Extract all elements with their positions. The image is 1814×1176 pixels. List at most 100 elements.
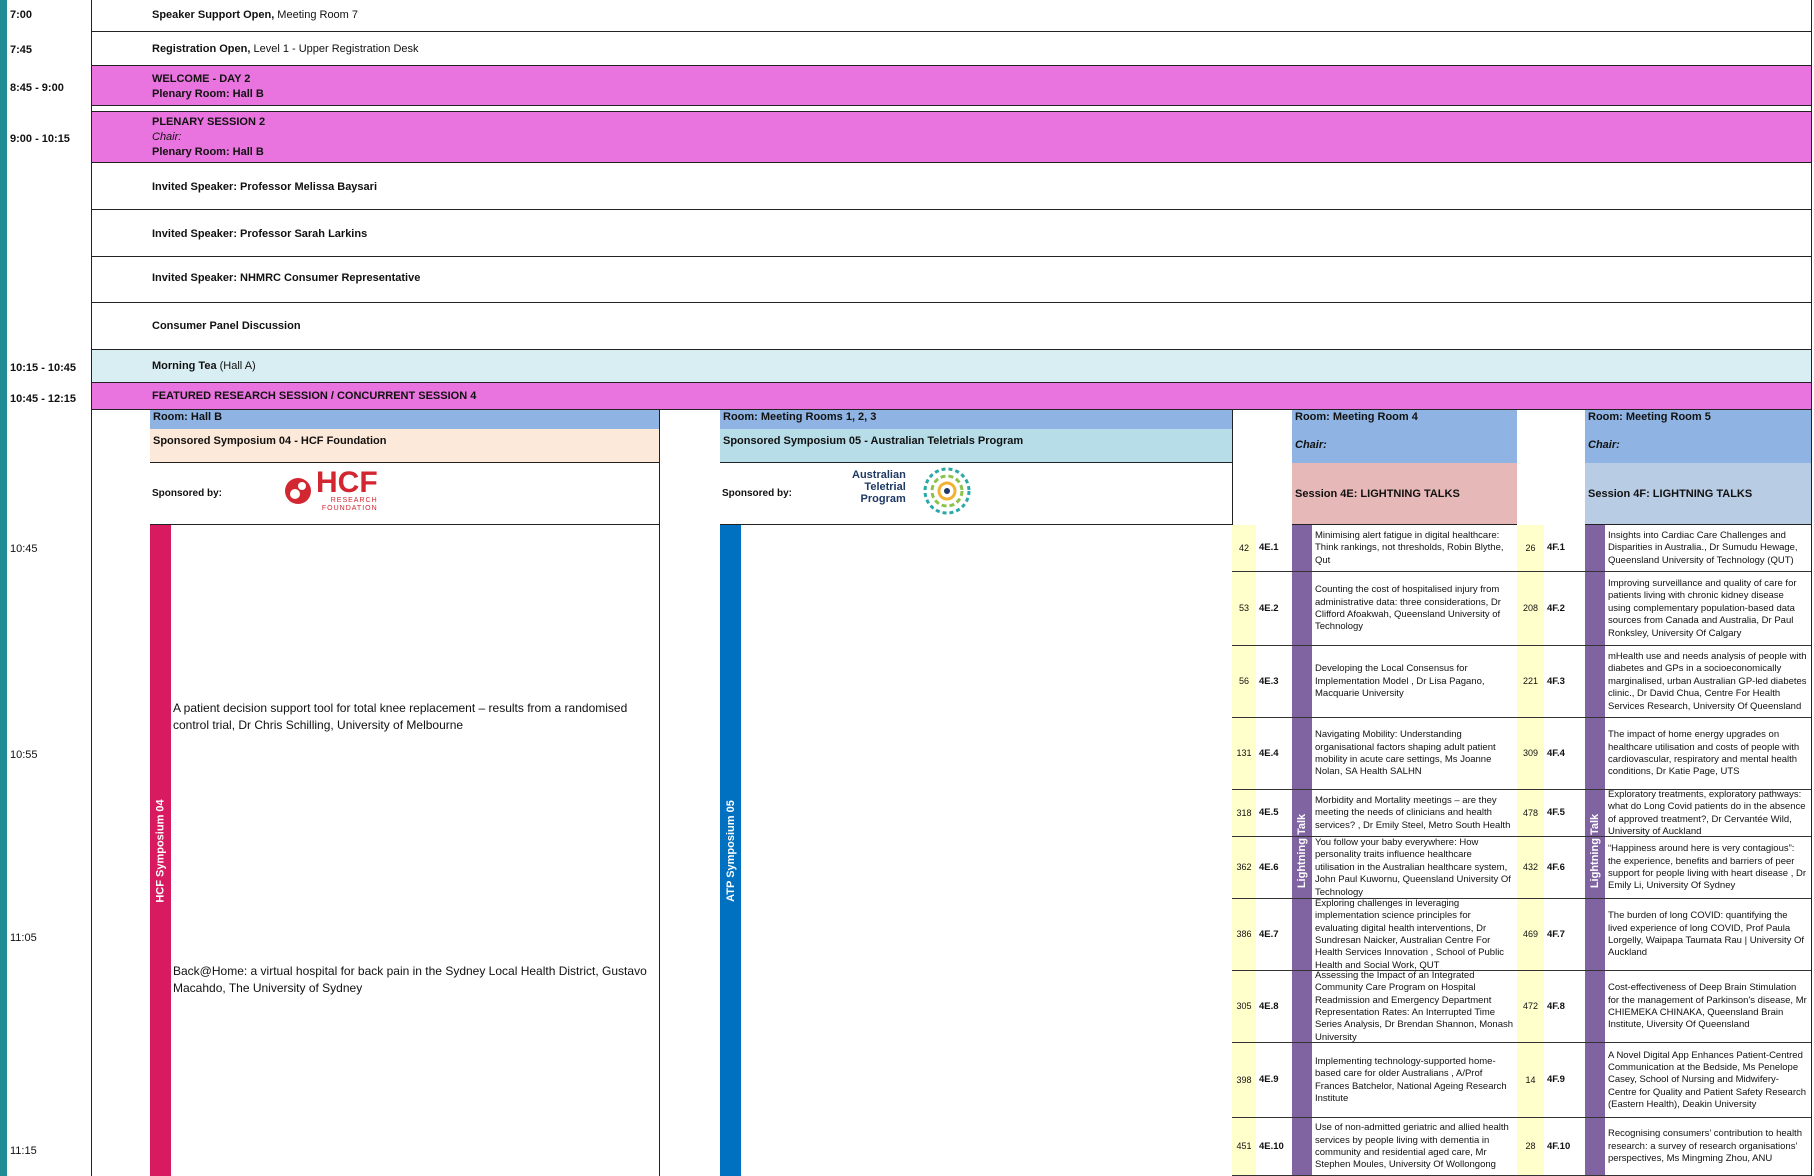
talk-code: 4F.7 [1547, 928, 1565, 940]
talk-code: 4E.3 [1259, 675, 1279, 687]
mr5-talk-row: 309 4F.4 The impact of home energy upgrade… [1517, 718, 1812, 790]
mr123-symposium-title: Sponsored Symposium 05 - Australian Tele… [720, 429, 1232, 463]
talk-title: A Novel Digital App Enhances Patient-Cen… [1608, 1049, 1807, 1111]
mr5-talk-row: 432 4F.6 “Happiness around here is very co… [1517, 837, 1812, 899]
talk-title: Minimising alert fatigue in digital heal… [1315, 529, 1504, 566]
atp-symposium-bar: ATP Symposium 05 [720, 525, 741, 1176]
time-0700: 7:00 [10, 9, 33, 21]
atp-symposium-vertical-label: ATP Symposium 05 [724, 799, 737, 902]
row-speaker-support: Speaker Support Open, Meeting Room 7 [92, 0, 1812, 32]
right-page-border [1811, 0, 1812, 1176]
morning-tea-location: (Hall A) [216, 360, 256, 372]
talk-number: 131 [1236, 748, 1252, 759]
talk-title: You follow your baby everywhere: How per… [1315, 837, 1511, 898]
time-0900: 9:00 - 10:15 [10, 133, 70, 145]
talk-number: 14 [1525, 1074, 1536, 1085]
talk-code: 4E.2 [1259, 602, 1279, 614]
talk-number: 309 [1522, 748, 1539, 759]
atp-logo-line1: Australian [852, 469, 906, 481]
morning-tea-label: Morning Tea [152, 360, 217, 372]
mr123-sponsored-by: Sponsored by: [722, 488, 793, 499]
talk-code: 4F.3 [1547, 675, 1565, 687]
talk-code: 4F.6 [1547, 861, 1565, 873]
time-1045: 10:45 - 12:15 [10, 393, 77, 405]
mr4-talk-row: 53 4E.2 Counting the cost of hospitalised … [1232, 572, 1517, 646]
mr4-talk-row: 131 4E.4 Navigating Mobility: Understandin… [1232, 718, 1517, 790]
talk-code: 4E.8 [1259, 1000, 1279, 1012]
talk-code: 4E.10 [1259, 1140, 1284, 1152]
talk-number: 53 [1238, 603, 1249, 614]
mr4-session-title: Session 4E: LIGHTNING TALKS [1292, 463, 1517, 525]
talk-number: 318 [1236, 807, 1252, 818]
atp-logo-icon [923, 467, 971, 515]
talk-title: The burden of long COVID: quantifying th… [1608, 910, 1805, 959]
row-invited-speaker-1: Invited Speaker: Professor Melissa Baysa… [92, 163, 1812, 210]
talk-title: Insights into Cardiac Care Challenges an… [1608, 529, 1798, 566]
welcome-title: WELCOME - DAY 2 [152, 73, 251, 85]
talk-title: Developing the Local Consensus for Imple… [1315, 663, 1485, 700]
talk-code: 4E.5 [1259, 807, 1279, 819]
row-welcome: WELCOME - DAY 2 Plenary Room: Hall B [92, 66, 1812, 106]
hcf-logo-sub2: FOUNDATION [321, 505, 378, 512]
hcf-symposium-bar: HCF Symposium 04 [150, 525, 171, 1176]
talk-code: 4F.1 [1547, 542, 1565, 554]
welcome-room: Plenary Room: Hall B [152, 87, 264, 100]
mr5-chair: Chair: [1585, 429, 1812, 463]
hcf-logo-text: HCF RESEARCH FOUNDATION [316, 468, 378, 513]
plenary-room: Plenary Room: Hall B [152, 145, 264, 158]
talk-title: Use of non-admitted geriatric and allied… [1315, 1122, 1509, 1171]
mr4-talk-row: 318 4E.5 Morbidity and Mortality meetings … [1232, 790, 1517, 837]
time-0745: 7:45 [10, 44, 33, 56]
talk-number: 221 [1522, 676, 1539, 687]
hallb-room-header: Room: Hall B [150, 410, 660, 429]
talk-title: “Happiness around here is very contagiou… [1608, 843, 1807, 892]
mr4-talk-row: 386 4E.7 Exploring challenges in leveragin… [1232, 899, 1517, 971]
speaker-support-room: Meeting Room 7 [274, 9, 359, 21]
talk-number: 305 [1236, 1001, 1252, 1012]
mr4-talk-list: 42 4E.1 Minimising alert fatigue in digita… [1232, 525, 1517, 1176]
talk-code: 4E.7 [1259, 928, 1279, 940]
slot-1055: 10:55 [10, 749, 38, 761]
talk-number: 26 [1525, 542, 1536, 553]
atp-logo-text: Australian Teletrial Program [852, 469, 906, 505]
hallb-symposium-title: Sponsored Symposium 04 - HCF Foundation [150, 429, 660, 463]
mr4-talk-row: 362 4E.6 You follow your baby everywhere: … [1232, 837, 1517, 899]
talk-code: 4F.8 [1547, 1000, 1565, 1012]
talk-title: Exploratory treatments, exploratory path… [1608, 790, 1806, 837]
talk-title: Exploring challenges in leveraging imple… [1315, 899, 1505, 971]
talk-code: 4E.6 [1259, 861, 1279, 873]
registration-location: Level 1 - Upper Registration Desk [250, 43, 419, 55]
hallb-talk-1: A patient decision support tool for tota… [173, 701, 628, 733]
mr5-talk-row: 469 4F.7 The burden of long COVID: quantif… [1517, 899, 1812, 971]
talk-code: 4F.5 [1547, 807, 1565, 819]
talk-title: Improving surveillance and quality of ca… [1608, 578, 1797, 639]
talk-number: 386 [1236, 929, 1252, 940]
hcf-logo: HCF RESEARCH FOUNDATION [282, 468, 378, 513]
talk-code: 4F.9 [1547, 1074, 1565, 1086]
talk-code: 4F.2 [1547, 602, 1565, 614]
talk-number: 451 [1236, 1141, 1252, 1152]
row-plenary-session: PLENARY SESSION 2 Chair: Plenary Room: H… [92, 111, 1812, 163]
talk-number: 28 [1525, 1141, 1536, 1152]
slot-1115: 11:15 [10, 1145, 37, 1157]
row-morning-tea: Morning Tea (Hall A) [92, 350, 1812, 383]
hcf-symposium-vertical-label: HCF Symposium 04 [154, 798, 167, 903]
talk-code: 4E.9 [1259, 1074, 1279, 1086]
mr5-talk-row: 208 4F.2 Improving surveillance and qualit… [1517, 572, 1812, 646]
speaker-support-label: Speaker Support Open, [152, 9, 275, 21]
row-invited-speaker-2: Invited Speaker: Professor Sarah Larkins [92, 210, 1812, 257]
talk-number: 42 [1238, 542, 1249, 553]
row-registration: Registration Open, Level 1 - Upper Regis… [92, 32, 1812, 66]
talk-number: 398 [1236, 1074, 1252, 1085]
talk-code: 4E.1 [1259, 542, 1279, 554]
talk-code: 4E.4 [1259, 747, 1279, 759]
mr4-room-header: Room: Meeting Room 4 [1292, 410, 1517, 429]
talk-title: Cost-effectiveness of Deep Brain Stimula… [1608, 982, 1807, 1031]
time-0845: 8:45 - 9:00 [10, 82, 64, 94]
talk-number: 56 [1238, 676, 1249, 687]
atp-logo-line2: Teletrial [864, 481, 906, 493]
talk-number: 472 [1522, 1001, 1539, 1012]
hallb-talk-2: Back@Home: a virtual hospital for back p… [173, 964, 647, 996]
slot-1045: 10:45 [10, 543, 38, 555]
mr5-talk-row: 221 4F.3 mHealth use and needs analysis of… [1517, 646, 1812, 718]
